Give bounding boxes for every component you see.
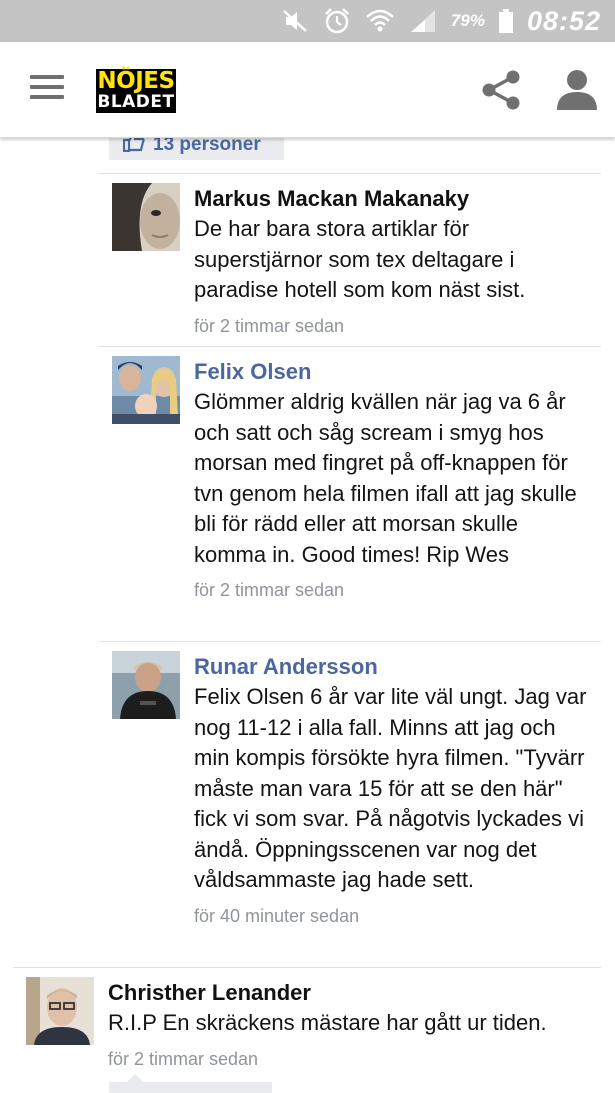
app-header: NÖJES BLADET [0, 42, 615, 138]
comment-author[interactable]: Christher Lenander [108, 978, 591, 1008]
comment: Christher Lenander R.I.P En skräckens mä… [13, 967, 601, 1093]
comment-reply: Markus Mackan Makanaky De har bara stora… [99, 173, 601, 346]
avatar[interactable] [112, 356, 180, 424]
comment-timestamp[interactable]: för 40 minuter sedan [194, 904, 591, 928]
like-count-box[interactable]: 13 personer [109, 138, 284, 160]
wifi-icon [366, 9, 394, 32]
hamburger-menu-icon[interactable] [30, 75, 64, 103]
comment-text: Felix Olsen 6 år var lite väl ungt. Jag … [194, 684, 587, 892]
reply-box[interactable] [109, 1082, 272, 1093]
signal-icon [410, 10, 435, 32]
comment-reply: Runar Andersson Felix Olsen 6 år var lit… [99, 641, 601, 967]
logo-line-1: NÖJES [97, 68, 175, 94]
logo-line-2: BLADET [97, 92, 175, 112]
avatar[interactable] [26, 977, 94, 1045]
battery-icon [498, 9, 513, 33]
mute-icon [283, 10, 307, 32]
comment-timestamp[interactable]: för 2 timmar sedan [194, 314, 591, 338]
avatar[interactable] [112, 183, 180, 251]
comment-text: R.I.P En skräckens mästare har gått ur t… [108, 1010, 547, 1035]
comment-author[interactable]: Felix Olsen [194, 357, 591, 387]
comment-timestamp[interactable]: för 2 timmar sedan [194, 578, 591, 602]
avatar[interactable] [112, 651, 180, 719]
share-icon[interactable] [480, 69, 522, 111]
status-bar: 79% 08:52 [0, 0, 615, 42]
user-profile-icon[interactable] [555, 68, 599, 112]
thumbs-up-icon [123, 138, 145, 152]
alarm-icon [325, 8, 349, 34]
like-count-label: 13 personer [153, 138, 261, 155]
battery-percent: 79% [450, 11, 485, 30]
comment-reply: Felix Olsen Glömmer aldrig kvällen när j… [99, 346, 601, 641]
nojesbladet-logo[interactable]: NÖJES BLADET [96, 69, 176, 113]
comment-text: Glömmer aldrig kvällen när jag va 6 år o… [194, 389, 577, 567]
comment-author[interactable]: Runar Andersson [194, 652, 591, 682]
status-clock: 08:52 [526, 5, 601, 36]
comments-section: 13 personer Markus Mackan Makanaky De ha… [0, 138, 615, 1093]
comment-timestamp[interactable]: för 2 timmar sedan [108, 1047, 591, 1071]
reply-box-pointer [127, 1074, 143, 1082]
comment-text: De har bara stora artiklar för superstjä… [194, 216, 526, 302]
comment-author[interactable]: Markus Mackan Makanaky [194, 184, 591, 214]
